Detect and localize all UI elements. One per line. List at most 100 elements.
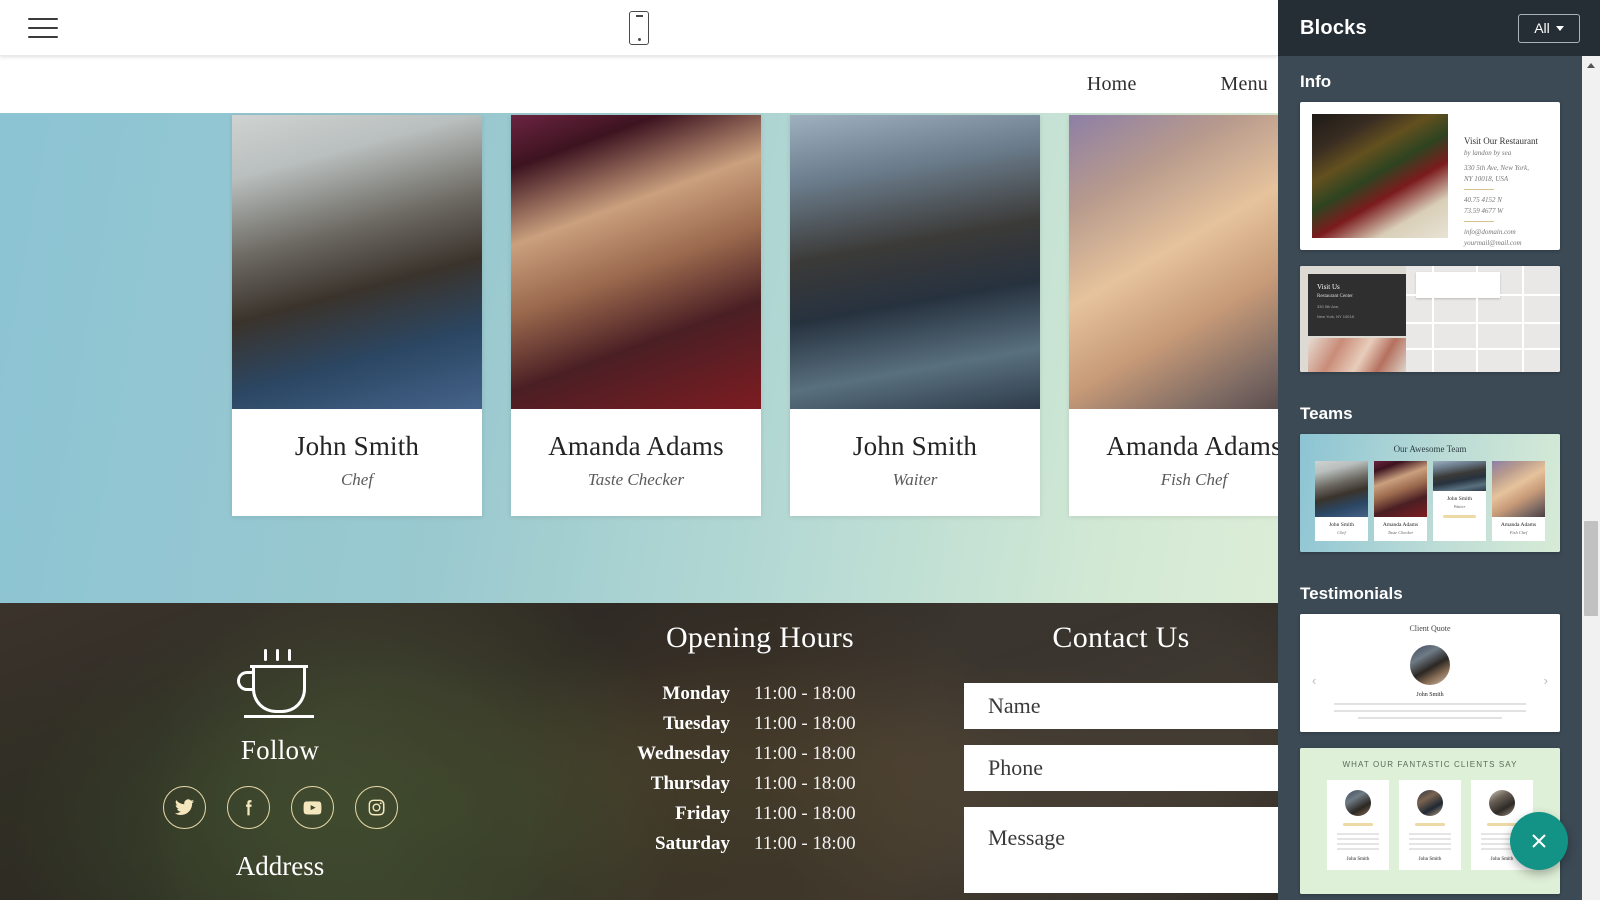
close-icon: [1532, 834, 1546, 848]
block-filter-label: All: [1534, 20, 1550, 36]
thumb-squiggle: [1487, 823, 1517, 826]
mobile-device-icon[interactable]: [629, 10, 649, 45]
hours-row: Saturday 11:00 - 18:00: [560, 833, 960, 855]
scrollbar-thumb[interactable]: [1584, 521, 1598, 616]
thumb-line-3: 40.75 4152 N: [1464, 196, 1502, 204]
block-filter-dropdown[interactable]: All: [1518, 13, 1580, 43]
block-thumb-our-awesome-team[interactable]: Our Awesome Team John Smith Chef Amanda …: [1300, 434, 1560, 552]
thumb-member-role: Chef: [1337, 530, 1346, 535]
thumb-map-preview: [1406, 266, 1560, 372]
team-card[interactable]: John Smith Chef: [232, 115, 482, 516]
thumb-line-4: 73.59 4677 W: [1464, 207, 1504, 215]
thumb-member-name: Amanda Adams: [1500, 522, 1537, 528]
thumb-text-line: [1409, 833, 1451, 835]
instagram-icon[interactable]: [354, 786, 398, 829]
cup-body: [252, 665, 306, 713]
message-field[interactable]: Message: [964, 807, 1278, 893]
block-thumb-client-quote[interactable]: Client Quote John Smith ‹ ›: [1300, 614, 1560, 732]
team-member-photo: [790, 115, 1040, 409]
thumb-member-name: John Smith: [1447, 496, 1472, 502]
hours-row: Monday 11:00 - 18:00: [560, 683, 960, 705]
team-member-photo: [1069, 115, 1278, 409]
name-field[interactable]: Name: [964, 683, 1278, 729]
hours-time: 11:00 - 18:00: [754, 773, 856, 794]
hours-time: 11:00 - 18:00: [754, 713, 856, 734]
thumb-line-2: NY 10018, USA: [1464, 175, 1509, 183]
hours-row: Wednesday 11:00 - 18:00: [560, 743, 960, 765]
twitter-icon[interactable]: [162, 786, 206, 829]
team-card-body: Amanda Adams Taste Checker: [511, 409, 761, 516]
device-speaker: [635, 14, 643, 17]
hamburger-icon[interactable]: [28, 17, 58, 38]
team-card-body: John Smith Chef: [232, 409, 482, 516]
team-card-body: Amanda Adams Fish Chef: [1069, 409, 1278, 516]
thumb-member-photo: [1374, 461, 1427, 517]
hours-time: 11:00 - 18:00: [754, 683, 856, 704]
hours-day: Saturday: [655, 833, 730, 854]
group-title-info: Info: [1300, 72, 1332, 91]
chevron-left-icon[interactable]: ‹: [1312, 673, 1316, 688]
blocks-panel: Blocks All Info Visit Our Restaurant by …: [1278, 0, 1600, 900]
team-card-body: John Smith Waiter: [790, 409, 1040, 516]
cup-steam: [264, 649, 291, 661]
thumb-heading: Client Quote: [1409, 624, 1451, 633]
block-thumb-visit-our-restaurant[interactable]: Visit Our Restaurant by landon by sea 33…: [1300, 102, 1560, 250]
team-member-name: Amanda Adams: [1106, 431, 1278, 461]
device-home-button: [637, 37, 641, 41]
youtube-icon[interactable]: [290, 786, 334, 829]
team-member-photo: [232, 115, 482, 409]
footer-hours-column: Opening Hours Monday 11:00 - 18:00 Tuesd…: [560, 621, 960, 900]
cup-base: [244, 715, 314, 718]
thumb-client-card: John Smith: [1399, 780, 1461, 870]
thumb-member-name: Amanda Adams: [1382, 522, 1419, 528]
panel-header: Blocks All: [1278, 0, 1600, 56]
thumb-heading: Our Awesome Team: [1393, 444, 1467, 454]
nav-link-menu[interactable]: Menu: [1221, 73, 1268, 96]
team-card[interactable]: John Smith Waiter: [790, 115, 1040, 516]
thumb-squiggle: [1443, 515, 1476, 518]
thumb-avatar: [1345, 790, 1371, 816]
thumb-line-1: 330 5th Ave,: [1317, 304, 1340, 309]
thumb-text-line: [1337, 848, 1379, 850]
block-thumb-map[interactable]: Visit Us Restaurant Center 330 5th Ave, …: [1300, 266, 1560, 372]
team-member-name: John Smith: [294, 431, 420, 461]
footer-follow-column: Follow Address: [0, 621, 560, 900]
team-card[interactable]: Amanda Adams Fish Chef: [1069, 115, 1278, 516]
thumb-text-line: [1358, 717, 1502, 719]
hours-day: Friday: [675, 803, 730, 824]
team-member-role: Chef: [340, 470, 374, 489]
panel-scrollbar[interactable]: [1582, 56, 1600, 900]
thumb-text-line: [1334, 710, 1526, 712]
thumb-line-1: 330 5th Ave, New York,: [1464, 164, 1529, 172]
hours-row: Tuesday 11:00 - 18:00: [560, 713, 960, 735]
scroll-up-arrow-icon[interactable]: [1582, 56, 1600, 74]
footer-contact-column: Contact Us Name Phone Message: [960, 621, 1278, 900]
thumb-member-role: Taste Checker: [1387, 530, 1414, 535]
thumb-team-card: John Smith Waiter: [1433, 461, 1486, 541]
editor-toolbar: [0, 0, 1278, 56]
thumb-heading: Visit Our Restaurant: [1464, 136, 1538, 146]
follow-heading: Follow: [240, 735, 320, 765]
thumb-subheading: Restaurant Center: [1317, 294, 1353, 299]
thumb-line-5: info@domain.com: [1464, 228, 1516, 236]
hours-day: Tuesday: [663, 713, 730, 734]
thumb-team-card: Amanda Adams Taste Checker: [1374, 461, 1427, 541]
team-section: John Smith Chef Amanda Adams Taste Check…: [0, 113, 1278, 603]
close-panel-button[interactable]: [1510, 812, 1568, 870]
hours-day: Wednesday: [637, 743, 730, 764]
thumb-text-line: [1337, 833, 1379, 835]
website-canvas: Home Menu John Smith Chef Amanda Adams T…: [0, 0, 1278, 900]
chevron-down-icon: [1555, 25, 1564, 31]
thumb-divider: [1464, 189, 1494, 190]
thumb-avatar: [1417, 790, 1443, 816]
thumb-team-card: John Smith Chef: [1315, 461, 1368, 541]
phone-field[interactable]: Phone: [964, 745, 1278, 791]
chevron-right-icon[interactable]: ›: [1544, 673, 1548, 688]
thumb-text-line: [1337, 838, 1379, 840]
thumb-member-role: Fish Chef: [1509, 530, 1528, 535]
thumb-text-line: [1409, 838, 1451, 840]
team-card[interactable]: Amanda Adams Taste Checker: [511, 115, 761, 516]
nav-link-home[interactable]: Home: [1087, 73, 1137, 96]
thumb-subheading: by landon by sea: [1464, 149, 1512, 157]
facebook-icon[interactable]: [226, 786, 270, 829]
